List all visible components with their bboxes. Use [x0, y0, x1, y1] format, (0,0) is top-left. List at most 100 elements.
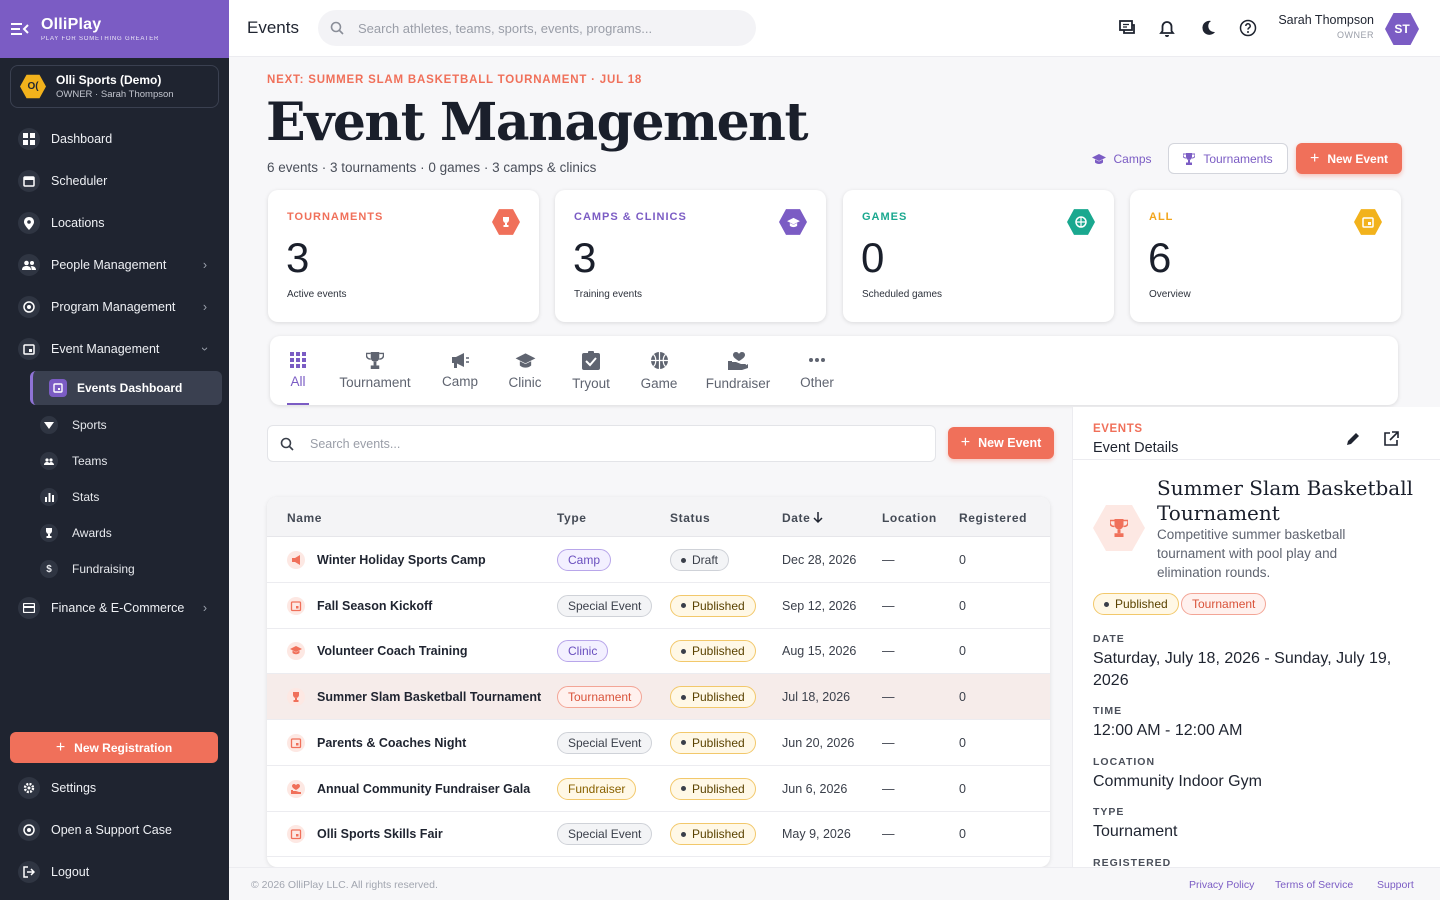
sidebar-item-teams[interactable]: Teams	[40, 445, 107, 477]
type-badge: Clinic	[557, 640, 609, 663]
global-search-input[interactable]: Search athletes, teams, sports, events, …	[318, 10, 756, 46]
cell-registered: 0	[959, 553, 966, 567]
new-registration-button[interactable]: + New Registration	[10, 732, 218, 763]
new-event-button-secondary[interactable]: + New Event	[948, 427, 1054, 459]
sidebar-item-label: Stats	[72, 490, 100, 504]
sidebar-item-support-case[interactable]: Open a Support Case	[0, 812, 229, 848]
sidebar-item-label: People Management	[51, 258, 167, 272]
cell-location: —	[882, 553, 895, 567]
table-row[interactable]: Olli Sports Skills Fair Special Event Publ…	[267, 811, 1050, 858]
event-name: Annual Community Fundraiser Gala	[317, 781, 531, 796]
tab-clinic[interactable]: Clinic	[507, 336, 543, 405]
sidebar-item-scheduler[interactable]: Scheduler	[0, 163, 229, 199]
org-switcher[interactable]: O( Olli Sports (Demo) OWNER · Sarah Thom…	[10, 65, 219, 108]
sidebar-item-fundraising[interactable]: $ Fundraising	[40, 553, 135, 585]
sidebar-item-people-management[interactable]: People Management ›	[0, 247, 229, 283]
stat-sub: Training events	[574, 289, 642, 300]
chevron-right-icon: ›	[202, 258, 207, 272]
new-event-button[interactable]: + New Event	[1296, 143, 1402, 174]
graduation-cap-icon	[287, 642, 305, 661]
sidebar-item-label: Open a Support Case	[51, 823, 172, 837]
tab-tryout[interactable]: Tryout	[570, 336, 612, 405]
tab-other[interactable]: Other	[799, 336, 835, 405]
sidebar: OlliPlay PLAY FOR SOMETHING GREATER O( O…	[0, 0, 229, 900]
edit-pencil-icon[interactable]	[1345, 431, 1361, 447]
sidebar-item-label: Locations	[51, 216, 105, 230]
terms-link[interactable]: Terms of Service	[1275, 879, 1353, 891]
user-menu[interactable]: Sarah Thompson OWNER	[1278, 13, 1374, 40]
plus-icon: +	[960, 434, 971, 451]
cell-type: Special Event	[557, 720, 653, 766]
more-dots-icon	[809, 358, 825, 362]
cell-location: —	[882, 644, 895, 659]
sidebar-item-logout[interactable]: Logout	[0, 854, 229, 890]
table-row[interactable]: Winter Holiday Sports Camp Camp Draft Dec 2…	[267, 537, 1050, 583]
type-badge: Fundraiser	[557, 777, 637, 800]
search-placeholder: Search athletes, teams, sports, events, …	[358, 20, 653, 36]
stat-card-tournaments[interactable]: TOURNAMENTS 3 Active events	[268, 190, 539, 322]
column-header-name[interactable]: Name	[287, 511, 322, 525]
status-dot	[681, 740, 686, 746]
tab-label: Clinic	[508, 374, 542, 390]
graduation-cap-icon	[515, 352, 535, 368]
sidebar-item-label: Event Management	[51, 342, 160, 356]
column-header-status[interactable]: Status	[670, 511, 710, 525]
cell-date: Jun 6, 2026	[782, 781, 848, 796]
sidebar-item-finance[interactable]: Finance & E-Commerce ›	[0, 590, 229, 626]
button-label: New Registration	[74, 740, 173, 755]
sidebar-item-events-dashboard[interactable]: Events Dashboard	[30, 371, 222, 405]
table-row[interactable]: Summer Slam Basketball Tournament Tournam…	[267, 674, 1050, 721]
date-value: Saturday, July 18, 2026 - Sunday, July 1…	[1093, 650, 1392, 689]
sidebar-item-program-management[interactable]: Program Management ›	[0, 289, 229, 325]
messages-icon[interactable]	[1118, 18, 1138, 38]
tab-camp[interactable]: Camp	[441, 336, 479, 405]
column-header-date[interactable]: Date	[782, 511, 823, 525]
sidebar-item-settings[interactable]: Settings	[0, 770, 229, 806]
bell-icon[interactable]	[1157, 18, 1177, 38]
tab-label: Other	[800, 375, 834, 390]
privacy-policy-link[interactable]: Privacy Policy	[1189, 879, 1254, 891]
collapse-menu-icon[interactable]	[10, 21, 30, 37]
table-row[interactable]: Volunteer Coach Training Clinic Published A…	[267, 628, 1050, 675]
open-external-icon[interactable]	[1383, 431, 1399, 447]
column-header-location[interactable]: Location	[882, 511, 937, 525]
sidebar-item-locations[interactable]: Locations	[0, 205, 229, 241]
table-row[interactable]: Parents & Coaches Night Special Event Publ…	[267, 720, 1050, 766]
column-header-type[interactable]: Type	[557, 511, 587, 525]
tab-all[interactable]: All	[287, 336, 309, 405]
badge-label: Published	[692, 644, 745, 659]
support-link[interactable]: Support	[1377, 879, 1414, 891]
sidebar-item-event-management[interactable]: Event Management ›	[0, 331, 229, 367]
header-title: Events	[247, 18, 299, 37]
type-value: Tournament	[1093, 823, 1178, 840]
cell-name: Olli Sports Skills Fair	[287, 811, 443, 857]
org-avatar: O(	[20, 74, 46, 99]
help-icon[interactable]	[1238, 18, 1258, 38]
camps-button[interactable]: Camps	[1084, 143, 1160, 174]
stat-card-camps[interactable]: CAMPS & CLINICS 3 Training events	[555, 190, 826, 322]
sidebar-item-label: Fundraising	[72, 562, 135, 576]
stat-label: TOURNAMENTS	[287, 211, 384, 223]
column-header-registered[interactable]: Registered	[959, 511, 1027, 525]
dark-mode-icon[interactable]	[1198, 18, 1218, 38]
cell-name: Parents & Coaches Night	[287, 720, 466, 766]
sidebar-item-stats[interactable]: Stats	[40, 481, 99, 513]
stat-card-games[interactable]: GAMES 0 Scheduled games	[843, 190, 1114, 322]
tournaments-button[interactable]: Tournaments	[1168, 143, 1288, 174]
table-row[interactable]: Annual Community Fundraiser Gala Fundrais…	[267, 766, 1050, 812]
sidebar-item-dashboard[interactable]: Dashboard	[0, 121, 229, 157]
tab-tournament[interactable]: Tournament	[338, 336, 412, 405]
tab-fundraiser[interactable]: Fundraiser	[706, 336, 770, 405]
badge-label: Published	[692, 781, 745, 796]
sidebar-item-sports[interactable]: Sports	[40, 409, 107, 441]
event-details-panel: EVENTS Event Details Summer Slam Basketb…	[1072, 407, 1440, 867]
tab-game[interactable]: Game	[639, 336, 679, 405]
events-search-input[interactable]: Search events...	[267, 425, 936, 462]
people-icon	[18, 254, 40, 276]
stat-card-all[interactable]: ALL 6 Overview	[1130, 190, 1401, 322]
calendar-icon	[287, 596, 305, 615]
sidebar-item-awards[interactable]: Awards	[40, 517, 112, 549]
table-row[interactable]: Fall Season Kickoff Special Event Publishe…	[267, 583, 1050, 629]
cell-type: Special Event	[557, 583, 653, 629]
sidebar-item-label: Program Management	[51, 300, 176, 314]
